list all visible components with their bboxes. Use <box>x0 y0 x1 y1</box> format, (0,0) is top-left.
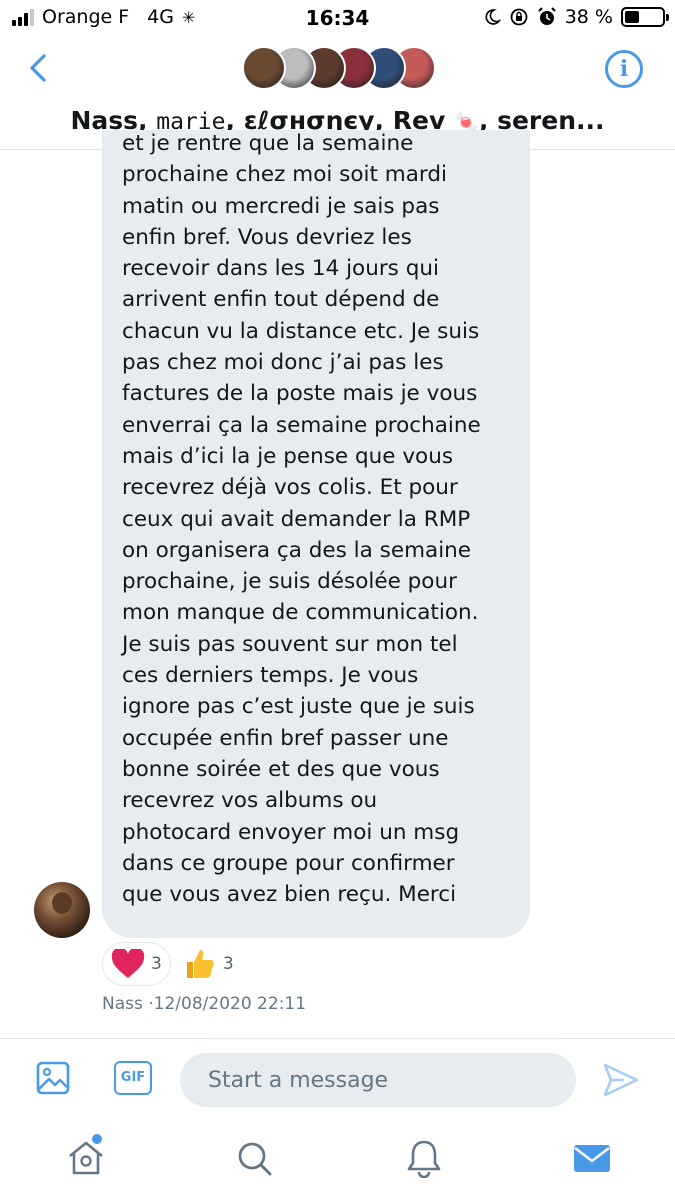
message-line: ceux qui avait demander la RMP <box>122 506 471 532</box>
message-input[interactable] <box>180 1053 576 1107</box>
message-timestamp: ·12/08/2020 22:11 <box>148 994 307 1014</box>
message-line: occupée enfin bref passer une <box>122 725 449 751</box>
heart-count: 3 <box>151 954 162 974</box>
battery-icon <box>621 7 669 27</box>
thumbs-up-count: 3 <box>222 954 234 974</box>
composer: GIF <box>0 1038 675 1122</box>
message-line: matin ou mercredi je sais pas <box>122 193 440 219</box>
message-line: et je rentre que la semaine <box>122 131 414 156</box>
message-line: ces derniers temps. Je vous <box>122 663 419 689</box>
message-meta: Nass ·12/08/2020 22:11 <box>102 994 306 1014</box>
message-line: enverrai ça la semaine prochaine <box>122 412 481 438</box>
status-bar: Orange F 4G ✳ 16:34 38 % <box>0 0 675 36</box>
tab-bar <box>0 1122 675 1200</box>
info-icon[interactable]: i <box>605 50 643 88</box>
avatar[interactable] <box>34 882 90 938</box>
notification-dot <box>92 1134 102 1144</box>
message-line: ignore pas c’est juste que je suis <box>122 694 475 720</box>
send-icon[interactable] <box>602 1061 640 1099</box>
message-line: arrivent enfin tout dépend de <box>122 287 440 313</box>
message-text: et je rentre que la semaine prochaine che… <box>122 130 522 910</box>
message-line: recevoir dans les 14 jours qui <box>122 256 439 282</box>
message-line: prochaine chez moi soit mardi <box>122 162 447 188</box>
thumbs-up-reaction[interactable]: 3 <box>183 942 234 986</box>
reactions: 3 3 <box>102 942 234 986</box>
message-line: on organisera ça des la semaine <box>122 537 472 563</box>
message-line: enfin bref. Vous devriez les <box>122 224 412 250</box>
message-line: chacun vu la distance etc. Je suis <box>122 318 480 344</box>
bell-icon[interactable] <box>404 1138 444 1178</box>
back-chevron-icon[interactable] <box>22 50 58 86</box>
message-line: mais d’ici la je pense que vous <box>122 443 454 469</box>
message-line: bonne soirée et des que vous <box>122 756 440 782</box>
heart-icon <box>111 949 145 978</box>
message-line: pas chez moi donc j’ai pas les <box>122 350 444 376</box>
home-icon[interactable] <box>66 1138 106 1178</box>
envelope-icon[interactable] <box>572 1138 612 1178</box>
battery-percent: 38 % <box>564 6 613 28</box>
heart-reaction[interactable]: 3 <box>102 942 171 986</box>
participant-avatars[interactable] <box>242 46 436 90</box>
moon-icon <box>485 9 501 25</box>
avatar <box>242 46 286 90</box>
search-icon[interactable] <box>234 1138 274 1178</box>
message-line: prochaine, je suis désolée pour <box>122 569 457 595</box>
sender-name[interactable]: Nass <box>102 994 143 1014</box>
message-line: Je suis pas souvent sur mon tel <box>122 631 458 657</box>
thumbs-up-icon <box>186 950 214 978</box>
message-line: que vous avez bien reçu. Merci <box>122 882 457 908</box>
message-line: recevrez vos albums ou <box>122 788 378 814</box>
message-line: mon manque de communication. <box>122 600 479 626</box>
message-line: factures de la poste mais je vous <box>122 381 478 407</box>
status-right: 38 % <box>483 6 669 28</box>
message-line: photocard envoyer moi un msg <box>122 819 460 845</box>
alarm-icon <box>538 7 556 25</box>
message-line: recevrez déjà vos colis. Et pour <box>122 475 458 501</box>
battery-fill <box>625 11 639 23</box>
image-icon[interactable] <box>36 1061 70 1095</box>
gif-button[interactable]: GIF <box>114 1061 152 1095</box>
message-line: dans ce groupe pour confirmer <box>122 850 455 876</box>
rotation-lock-icon <box>510 8 528 26</box>
message-bubble[interactable]: et je rentre que la semaine prochaine che… <box>102 130 530 938</box>
